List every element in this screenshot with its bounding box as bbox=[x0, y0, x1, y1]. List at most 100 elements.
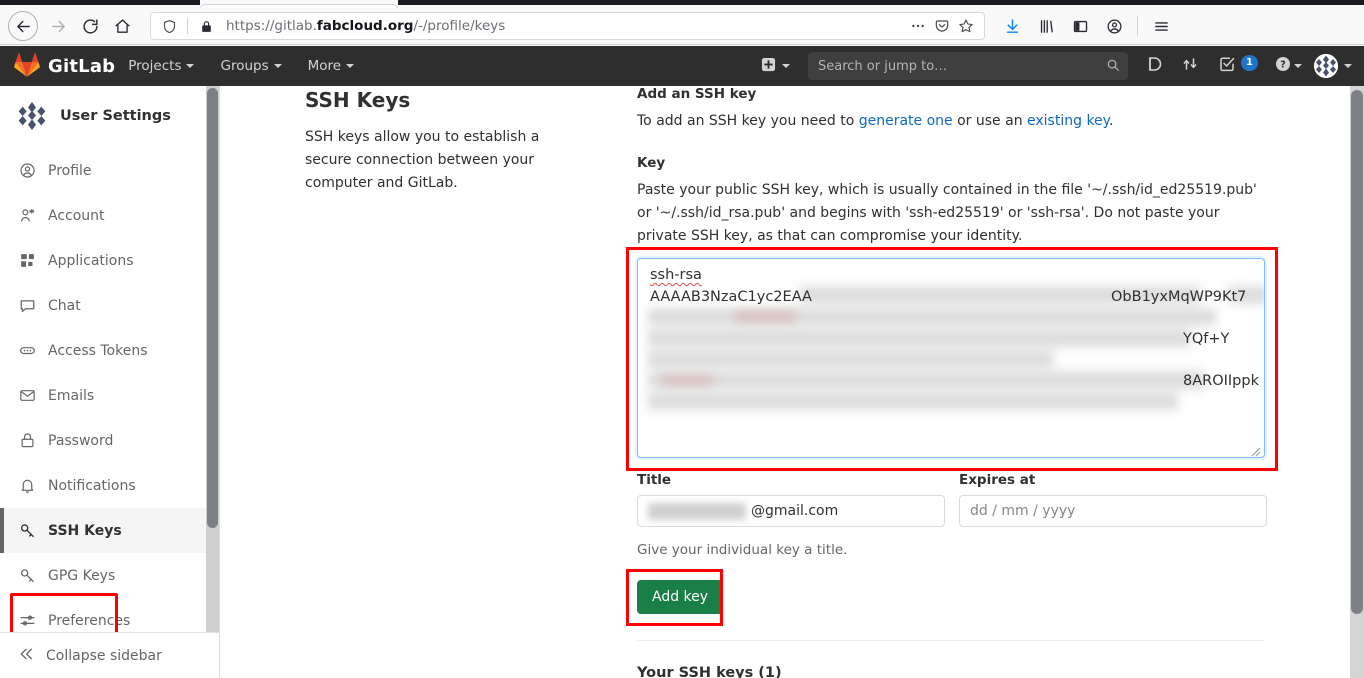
sidebar-item-access-tokens[interactable]: Access Tokens bbox=[0, 328, 219, 373]
chevron-down-icon bbox=[782, 64, 790, 68]
sidebar-item-account-label: Account bbox=[48, 207, 105, 224]
sidebar-item-ssh-keys[interactable]: SSH Keys bbox=[0, 508, 219, 553]
gitlab-home-link[interactable]: GitLab bbox=[14, 52, 115, 81]
title-expires-row: Title @gmail.com Give your individual ke… bbox=[637, 472, 1275, 558]
chevron-down-icon bbox=[1344, 64, 1352, 68]
add-key-intro-post: . bbox=[1108, 113, 1114, 129]
existing-key-link[interactable]: existing key bbox=[1027, 113, 1109, 129]
key-icon bbox=[18, 567, 36, 584]
nav-item-more[interactable]: More bbox=[295, 46, 367, 86]
section-divider bbox=[637, 640, 1265, 641]
user-avatar-identicon bbox=[1314, 54, 1338, 78]
sidebar-item-chat[interactable]: Chat bbox=[0, 283, 219, 328]
add-key-intro: To add an SSH key you need to generate o… bbox=[637, 110, 1275, 133]
todos-button[interactable]: 1 bbox=[1208, 46, 1260, 86]
add-key-button-wrapper: Add key bbox=[626, 569, 731, 626]
double-chevron-left-icon bbox=[18, 646, 34, 666]
new-item-button[interactable] bbox=[751, 57, 800, 76]
nav-item-groups-label: Groups bbox=[220, 58, 269, 74]
issues-button[interactable] bbox=[1136, 46, 1172, 86]
merge-requests-button[interactable] bbox=[1172, 46, 1208, 86]
hamburger-menu-icon[interactable] bbox=[1144, 11, 1178, 41]
sidebar-item-profile[interactable]: Profile bbox=[0, 148, 219, 193]
redacted-key-block bbox=[648, 350, 1054, 368]
nav-item-projects-label: Projects bbox=[128, 58, 182, 74]
sidebar-header: User Settings bbox=[0, 86, 219, 148]
ellipsis-icon[interactable] bbox=[906, 14, 930, 38]
add-ssh-key-form: Add an SSH key To add an SSH key you nee… bbox=[626, 86, 1278, 678]
account-gear-icon bbox=[18, 207, 36, 224]
chevron-down-icon bbox=[273, 64, 282, 68]
title-input[interactable]: @gmail.com bbox=[637, 495, 945, 527]
tabstrip-background-left bbox=[0, 0, 200, 5]
url-bar[interactable]: https://gitlab.fabcloud.org/-/profile/ke… bbox=[150, 12, 985, 40]
search-input[interactable] bbox=[816, 57, 1106, 75]
downloads-icon[interactable] bbox=[995, 11, 1029, 41]
home-button[interactable] bbox=[106, 11, 138, 41]
forward-button[interactable] bbox=[42, 11, 74, 41]
browser-tabstrip bbox=[0, 0, 1364, 10]
sidebar-item-account[interactable]: Account bbox=[0, 193, 219, 238]
star-icon[interactable] bbox=[954, 14, 978, 38]
user-circle-icon bbox=[18, 162, 36, 179]
sidebar-item-emails-label: Emails bbox=[48, 387, 95, 404]
envelope-icon bbox=[18, 387, 36, 404]
chevron-down-icon bbox=[186, 64, 195, 68]
sidebar-item-applications-label: Applications bbox=[48, 252, 134, 269]
nav-item-projects[interactable]: Projects bbox=[115, 46, 207, 86]
key-line-ssh-rsa: ssh-rsa bbox=[650, 267, 702, 283]
library-icon[interactable] bbox=[1029, 11, 1063, 41]
page-scrollbar-thumb[interactable] bbox=[1351, 90, 1363, 614]
generate-one-link[interactable]: generate one bbox=[859, 113, 953, 129]
back-button[interactable] bbox=[8, 11, 38, 41]
browser-chrome: https://gitlab.fabcloud.org/-/profile/ke… bbox=[0, 0, 1364, 46]
add-key-button[interactable]: Add key bbox=[637, 580, 724, 614]
page-scrollbar[interactable] bbox=[1350, 86, 1364, 678]
redacted-title-text bbox=[648, 503, 746, 520]
sidebar-item-gpg-keys[interactable]: GPG Keys bbox=[0, 553, 219, 598]
url-domain: fabcloud.org bbox=[316, 18, 414, 34]
sidebar-toggle-icon[interactable] bbox=[1063, 11, 1097, 41]
pocket-icon[interactable] bbox=[930, 14, 954, 38]
todos-icon bbox=[1219, 56, 1235, 76]
global-search-box[interactable] bbox=[808, 52, 1128, 80]
expires-label: Expires at bbox=[959, 472, 1036, 488]
redacted-key-block bbox=[661, 375, 713, 386]
collapse-sidebar-button[interactable]: Collapse sidebar bbox=[0, 632, 219, 678]
sidebar-item-emails[interactable]: Emails bbox=[0, 373, 219, 418]
todos-count-badge: 1 bbox=[1241, 55, 1258, 71]
user-menu-button[interactable] bbox=[1306, 54, 1352, 78]
navbar-right-group: 1 ? bbox=[751, 46, 1364, 86]
nav-item-groups[interactable]: Groups bbox=[207, 46, 294, 86]
title-help-text: Give your individual key a title. bbox=[637, 542, 848, 558]
main-content: SSH Keys SSH keys allow you to establish… bbox=[220, 86, 1350, 678]
expires-at-input[interactable]: dd / mm / yyyy bbox=[959, 495, 1267, 527]
reload-button[interactable] bbox=[74, 11, 106, 41]
search-icon[interactable] bbox=[1106, 57, 1120, 76]
padlock-icon[interactable] bbox=[194, 14, 218, 38]
firefox-account-icon[interactable] bbox=[1097, 11, 1131, 41]
sidebar-item-applications[interactable]: Applications bbox=[0, 238, 219, 283]
nav-item-more-label: More bbox=[307, 58, 342, 74]
user-settings-sidebar: User Settings Profile Account Applicatio… bbox=[0, 86, 220, 678]
page-title: SSH Keys bbox=[305, 88, 411, 112]
chevron-down-icon bbox=[1294, 64, 1302, 68]
key-input-textarea[interactable]: ssh-rsa AAAAB3NzaC1yc2EAA ObB1yxMqWP9Kt7… bbox=[637, 258, 1265, 458]
sidebar-item-password[interactable]: Password bbox=[0, 418, 219, 463]
tracking-protection-shield-icon[interactable] bbox=[157, 14, 181, 38]
sidebar-item-notifications[interactable]: Notifications bbox=[0, 463, 219, 508]
redacted-key-block bbox=[648, 371, 1205, 389]
urlbar-identity-box[interactable] bbox=[157, 14, 218, 38]
redacted-key-block bbox=[648, 329, 1191, 347]
svg-text:?: ? bbox=[1280, 60, 1286, 71]
textarea-resize-grip[interactable] bbox=[1249, 442, 1261, 457]
chat-bubble-icon bbox=[18, 297, 36, 314]
key-line-4-suffix: YQf+Y bbox=[1183, 331, 1230, 347]
gitlab-top-navbar: GitLab Projects Groups More Search or ju… bbox=[0, 46, 1364, 86]
title-label: Title bbox=[637, 472, 672, 488]
help-button[interactable]: ? bbox=[1260, 46, 1306, 86]
url-path: /-/profile/keys bbox=[413, 18, 506, 34]
key-icon bbox=[18, 522, 36, 539]
sidebar-scrollbar-thumb[interactable] bbox=[207, 88, 218, 528]
sidebar-scrollbar[interactable] bbox=[206, 86, 219, 632]
